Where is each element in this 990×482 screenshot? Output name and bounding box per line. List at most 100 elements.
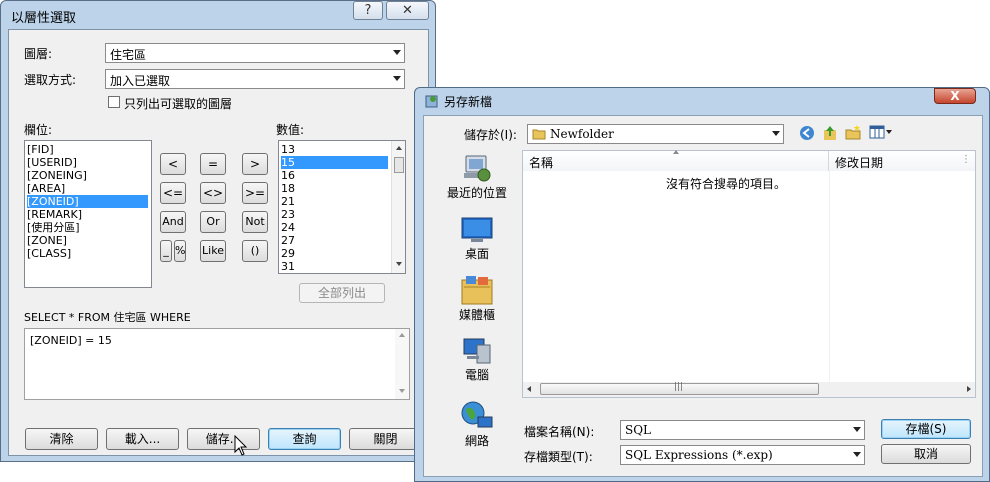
values-scrollbar[interactable] [391, 141, 405, 273]
or-button[interactable]: Or [200, 211, 226, 233]
query-button[interactable]: 查詢 [268, 428, 341, 450]
nav-computer[interactable]: 電腦 [437, 336, 517, 388]
nav-recent-places[interactable]: 最近的位置 [437, 154, 517, 206]
filetype-select[interactable]: SQL Expressions (*.exp) [620, 445, 865, 465]
and-button[interactable]: And [160, 211, 186, 233]
only-selectable-checkbox[interactable] [108, 96, 120, 108]
nav-label: 最近的位置 [446, 186, 507, 200]
method-value: 加入已選取 [110, 74, 171, 88]
chevron-down-icon [772, 131, 780, 136]
method-select[interactable]: 加入已選取 [105, 69, 405, 89]
value-item[interactable]: 29 [281, 247, 295, 260]
load-button[interactable]: 載入... [106, 428, 179, 450]
scroll-thumb[interactable] [394, 157, 404, 173]
only-selectable-label: 只列出可選取的圖層 [124, 97, 233, 111]
value-item[interactable]: 16 [281, 169, 295, 182]
save-button[interactable]: 存檔(S) [881, 419, 971, 439]
expression-text: [ZONEID] = 15 [30, 334, 112, 347]
dialog-body: 儲存於(I): Newfolder 最近的位置 桌面 媒體櫃 電腦 網路 名稱 … [423, 115, 983, 477]
field-item[interactable]: [ZONE] [27, 234, 67, 247]
equals-button[interactable]: = [200, 153, 226, 175]
greater-than-button[interactable]: > [242, 153, 268, 175]
parentheses-button[interactable]: () [242, 240, 268, 262]
scroll-up-icon[interactable] [396, 146, 402, 150]
column-header-name[interactable]: 名稱 [523, 150, 829, 171]
value-item[interactable]: 27 [281, 234, 295, 247]
greater-equal-button[interactable]: >= [242, 182, 268, 204]
like-button[interactable]: Like [200, 240, 226, 262]
save-as-dialog: 另存新檔 X 儲存於(I): Newfolder 最近的位置 桌面 媒體櫃 電腦… [414, 87, 990, 482]
column-name-label: 名稱 [529, 156, 554, 170]
close-button[interactable]: ✕ [386, 1, 429, 20]
percent-wildcard-button[interactable]: % [174, 240, 186, 262]
value-item[interactable]: 18 [281, 182, 295, 195]
field-item[interactable]: [AREA] [27, 182, 65, 195]
nav-label: 網路 [464, 434, 489, 448]
up-folder-icon[interactable] [822, 124, 838, 141]
column-more-icon: ⋮ [961, 154, 971, 165]
less-than-button[interactable]: < [160, 153, 186, 175]
values-label: 數值: [276, 123, 305, 137]
field-item[interactable]: [使用分區] [27, 221, 80, 234]
close-button[interactable]: X [934, 88, 976, 104]
column-header-modified[interactable]: 修改日期 ⋮ [829, 151, 975, 171]
value-item[interactable]: 13 [281, 143, 295, 156]
mouse-cursor-icon [234, 435, 248, 456]
cancel-button[interactable]: 取消 [881, 444, 971, 464]
help-button[interactable]: ? [353, 1, 383, 20]
chevron-down-icon [853, 427, 861, 432]
list-all-button[interactable]: 全部列出 [299, 283, 385, 303]
not-button[interactable]: Not [242, 211, 268, 233]
less-equal-button[interactable]: <= [160, 182, 186, 204]
underscore-wildcard-button[interactable]: _ [160, 240, 172, 262]
view-menu-icon[interactable] [869, 125, 893, 139]
save-as-app-icon [425, 95, 438, 108]
value-item-selected[interactable]: 15 [281, 156, 388, 169]
field-item[interactable]: [FID] [27, 143, 54, 156]
value-item[interactable]: 23 [281, 208, 295, 221]
field-item-selected[interactable]: [ZONEID] [27, 195, 148, 208]
scroll-up-icon[interactable] [399, 333, 405, 337]
horizontal-scrollbar[interactable]: ||| [523, 382, 975, 397]
value-item[interactable]: 24 [281, 221, 295, 234]
expression-scrollbar[interactable] [395, 329, 409, 399]
back-icon[interactable] [799, 125, 815, 141]
nav-network[interactable]: 網路 [437, 400, 517, 452]
scroll-down-icon[interactable] [399, 389, 405, 393]
save-expression-button[interactable]: 儲存... [187, 428, 260, 450]
network-icon [461, 401, 493, 428]
field-item[interactable]: [USERID] [27, 156, 77, 169]
dialog-body: 圖層: 住宅區 選取方式: 加入已選取 只列出可選取的圖層 欄位: [FID] … [8, 29, 429, 456]
value-item[interactable]: 21 [281, 195, 295, 208]
folder-icon [532, 129, 546, 140]
grip-icon: ||| [674, 382, 684, 392]
field-item[interactable]: [CLASS] [27, 247, 71, 260]
layer-label: 圖層: [24, 47, 53, 61]
scroll-right-icon[interactable] [967, 386, 971, 392]
expression-textarea[interactable]: [ZONEID] = 15 [24, 328, 410, 400]
layer-select[interactable]: 住宅區 [105, 43, 405, 63]
scroll-left-icon[interactable] [527, 386, 531, 392]
close-dialog-button[interactable]: 關閉 [349, 428, 422, 450]
method-label: 選取方式: [24, 73, 77, 87]
filename-input[interactable]: SQL [620, 420, 865, 440]
dialog-title: 以層性選取 [11, 11, 77, 26]
values-list[interactable]: 13 15 16 18 21 23 24 27 29 31 [278, 140, 406, 274]
desktop-icon [461, 217, 493, 242]
nav-libraries[interactable]: 媒體櫃 [437, 274, 517, 326]
field-item[interactable]: [REMARK] [27, 208, 82, 221]
fields-list[interactable]: [FID] [USERID] [ZONEING] [AREA] [ZONEID]… [24, 140, 152, 288]
value-item[interactable]: 31 [281, 260, 295, 273]
scroll-down-icon[interactable] [396, 262, 402, 266]
filename-value: SQL [625, 423, 652, 437]
field-item[interactable]: [ZONEING] [27, 169, 87, 182]
file-list[interactable]: 名稱 修改日期 ⋮ 沒有符合搜尋的項目。 ||| [522, 150, 976, 398]
new-folder-icon[interactable] [845, 124, 862, 141]
save-in-select[interactable]: Newfolder [527, 124, 784, 144]
nav-desktop[interactable]: 桌面 [437, 215, 517, 267]
scroll-thumb[interactable]: ||| [540, 382, 819, 395]
not-equal-button[interactable]: <> [200, 182, 226, 204]
chevron-down-icon [393, 76, 401, 81]
column-divider [829, 171, 830, 381]
clear-button[interactable]: 清除 [25, 428, 98, 450]
